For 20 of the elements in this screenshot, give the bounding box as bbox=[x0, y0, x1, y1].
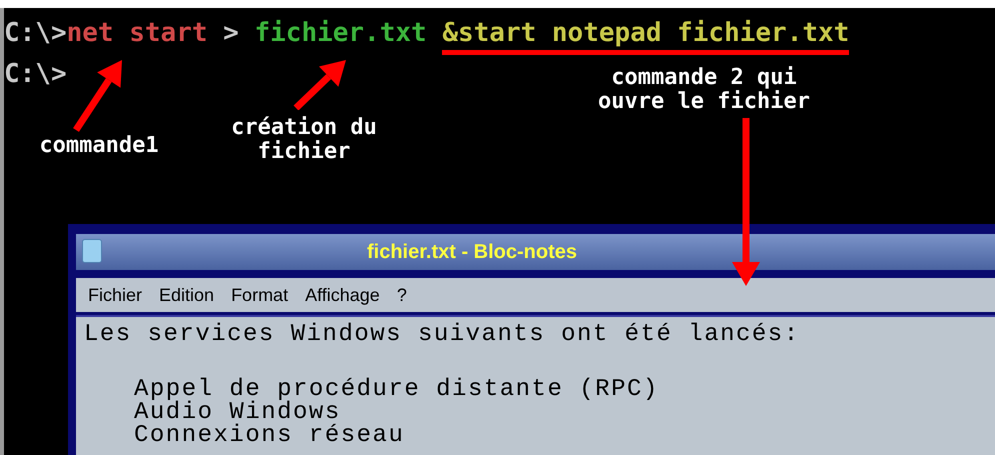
text-line: Connexions réseau bbox=[134, 424, 406, 447]
console-text: fichier.txt bbox=[254, 18, 428, 50]
menu-item[interactable]: ? bbox=[396, 282, 407, 308]
menu-item[interactable]: Affichage bbox=[305, 282, 380, 308]
console-text: net start bbox=[66, 18, 208, 50]
console-text: C:\> bbox=[4, 59, 67, 91]
text-line: Les services Windows suivants ont été lancés: bbox=[84, 323, 801, 346]
window-title: fichier.txt - Bloc-notes bbox=[366, 240, 578, 265]
menu-item[interactable]: Fichier bbox=[88, 282, 142, 308]
notepad-icon bbox=[82, 239, 102, 263]
menu-item[interactable]: Format bbox=[231, 282, 288, 308]
text-line: Appel de procédure distante (RPC) bbox=[134, 378, 660, 401]
console-text: &start notepad fichier.txt bbox=[442, 18, 850, 55]
annotation-label: commande 2 qui ouvre le fichier bbox=[597, 66, 811, 114]
annotation-label: création du fichier bbox=[230, 116, 378, 164]
console-text: > bbox=[222, 18, 240, 50]
console-text: C:\> bbox=[4, 18, 67, 50]
annotation-label: commande1 bbox=[38, 134, 160, 158]
text-line: Audio Windows bbox=[134, 401, 341, 424]
menu-item[interactable]: Edition bbox=[159, 282, 214, 308]
